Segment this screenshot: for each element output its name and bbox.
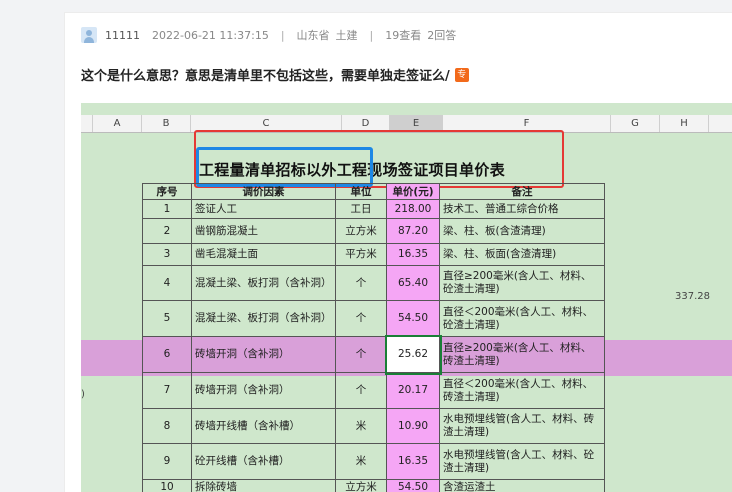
cell-price: 218.00 (387, 200, 440, 219)
divider: | (370, 29, 374, 42)
cell-note: 含渣运渣土 (440, 480, 605, 492)
question-text: 这个是什么意思？意思是清单里不包括这些，需要单独走签证么/ (81, 65, 450, 84)
cell-item: 混凝土梁、板打洞（含补洞） (192, 301, 336, 337)
question-title: 这个是什么意思？意思是清单里不包括这些，需要单独走签证么/ 专 (81, 65, 469, 84)
spreadsheet-image: A B C D E F G H 工程量清单招标以外工程现场签证项目单价表 序号 … (81, 103, 732, 492)
cell-note: 梁、柱、板(含渣清理) (440, 219, 605, 244)
header-note: 备注 (440, 184, 605, 200)
cell-note: 直径＜200毫米(含人工、材料、砼渣土清理) (440, 301, 605, 337)
cell-note: 技术工、普通工综合价格 (440, 200, 605, 219)
column-header-g: G (611, 115, 660, 132)
cell-note: 梁、柱、板面(含渣清理) (440, 244, 605, 266)
cell-unit: 平方米 (336, 244, 387, 266)
table-row: 8 砖墙开线槽（含补槽） 米 10.90 水电预埋线管(含人工、材料、砖渣土清理… (143, 409, 605, 444)
cell-price: 10.90 (387, 409, 440, 444)
cell-item: 凿毛混凝土面 (192, 244, 336, 266)
header-no: 序号 (143, 184, 192, 200)
post-datetime: 2022-06-21 11:37:15 (152, 29, 269, 42)
cell-unit: 个 (336, 373, 387, 409)
header-item: 调价因素 (192, 184, 336, 200)
answer-count: 2回答 (427, 27, 456, 43)
cell-item: 砖墙开洞（含补洞） (192, 337, 336, 373)
category: 土建 (336, 27, 358, 43)
cell-no: 4 (143, 266, 192, 301)
cell-price: 16.35 (387, 244, 440, 266)
cell-unit: 米 (336, 444, 387, 480)
header-unit: 单位 (336, 184, 387, 200)
cell-note: 直径＜200毫米(含人工、材料、砖渣土清理) (440, 373, 605, 409)
cell-unit: 立方米 (336, 219, 387, 244)
price-table: 序号 调价因素 单位 单价(元) 备注 1 签证人工 工日 218.00 技术工… (142, 183, 605, 492)
cell-item: 凿钢筋混凝土 (192, 219, 336, 244)
view-count: 19查看 (385, 27, 421, 43)
cell-no: 3 (143, 244, 192, 266)
table-row: 9 砼开线槽（含补槽） 米 16.35 水电预埋线管(含人工、材料、砼渣土清理) (143, 444, 605, 480)
cell-no: 1 (143, 200, 192, 219)
table-row: 2 凿钢筋混凝土 立方米 87.20 梁、柱、板(含渣清理) (143, 219, 605, 244)
table-row: 3 凿毛混凝土面 平方米 16.35 梁、柱、板面(含渣清理) (143, 244, 605, 266)
cell-unit: 工日 (336, 200, 387, 219)
cell-unit: 个 (336, 301, 387, 337)
cell-no: 8 (143, 409, 192, 444)
cell-price: 16.35 (387, 444, 440, 480)
table-row: 7 砖墙开洞（含补洞） 个 20.17 直径＜200毫米(含人工、材料、砖渣土清… (143, 373, 605, 409)
cell-unit: 立方米 (336, 480, 387, 492)
expert-badge: 专 (455, 68, 469, 82)
post-meta: 11111 2022-06-21 11:37:15 | 山东省 土建 | 19查… (81, 27, 456, 43)
cell-note: 直径≥200毫米(含人工、材料、砼渣土清理) (440, 266, 605, 301)
cell-no: 2 (143, 219, 192, 244)
table-row: 5 混凝土梁、板打洞（含补洞） 个 54.50 直径＜200毫米(含人工、材料、… (143, 301, 605, 337)
cell-no: 7 (143, 373, 192, 409)
cell-no: 6 (143, 337, 192, 373)
username[interactable]: 11111 (105, 29, 140, 42)
cell-item: 混凝土梁、板打洞（含补洞） (192, 266, 336, 301)
corner-cell (81, 115, 93, 132)
table-row: 10 拆除砖墙 立方米 54.50 含渣运渣土 (143, 480, 605, 492)
cell-note: 直径≥200毫米(含人工、材料、砖渣土清理) (440, 337, 605, 373)
post-card: 11111 2022-06-21 11:37:15 | 山东省 土建 | 19查… (64, 12, 732, 492)
cell-no: 9 (143, 444, 192, 480)
cell-price: 54.50 (387, 480, 440, 492)
cell-item: 砖墙开线槽（含补槽） (192, 409, 336, 444)
table-row: 1 签证人工 工日 218.00 技术工、普通工综合价格 (143, 200, 605, 219)
cell-item: 签证人工 (192, 200, 336, 219)
cell-price: 65.40 (387, 266, 440, 301)
row-header-stub: ) (81, 389, 89, 400)
cell-price: 87.20 (387, 219, 440, 244)
divider: | (281, 29, 285, 42)
table-row: 4 混凝土梁、板打洞（含补洞） 个 65.40 直径≥200毫米(含人工、材料、… (143, 266, 605, 301)
cell-no: 10 (143, 480, 192, 492)
table-row-selected: 6 砖墙开洞（含补洞） 个 25.62 直径≥200毫米(含人工、材料、砖渣土清… (143, 337, 605, 373)
table-header-row: 序号 调价因素 单位 单价(元) 备注 (143, 184, 605, 200)
cell-price: 54.50 (387, 301, 440, 337)
column-header-h: H (660, 115, 709, 132)
avatar[interactable] (81, 27, 97, 43)
cell-unit: 个 (336, 266, 387, 301)
cell-note: 水电预埋线管(含人工、材料、砖渣土清理) (440, 409, 605, 444)
header-price: 单价(元) (387, 184, 440, 200)
cell-note: 水电预埋线管(含人工、材料、砼渣土清理) (440, 444, 605, 480)
cell-item: 砼开线槽（含补槽） (192, 444, 336, 480)
cell-no: 5 (143, 301, 192, 337)
cell-item: 拆除砖墙 (192, 480, 336, 492)
selection-annotation-box (196, 147, 373, 187)
column-header-b: B (142, 115, 191, 132)
column-header-a: A (93, 115, 142, 132)
cell-unit: 个 (336, 337, 387, 373)
active-cell-price: 25.62 (387, 337, 440, 373)
cell-item: 砖墙开洞（含补洞） (192, 373, 336, 409)
cell-price: 20.17 (387, 373, 440, 409)
location: 山东省 (297, 27, 330, 43)
cell-unit: 米 (336, 409, 387, 444)
side-cell-value: 337.28 (675, 291, 710, 302)
